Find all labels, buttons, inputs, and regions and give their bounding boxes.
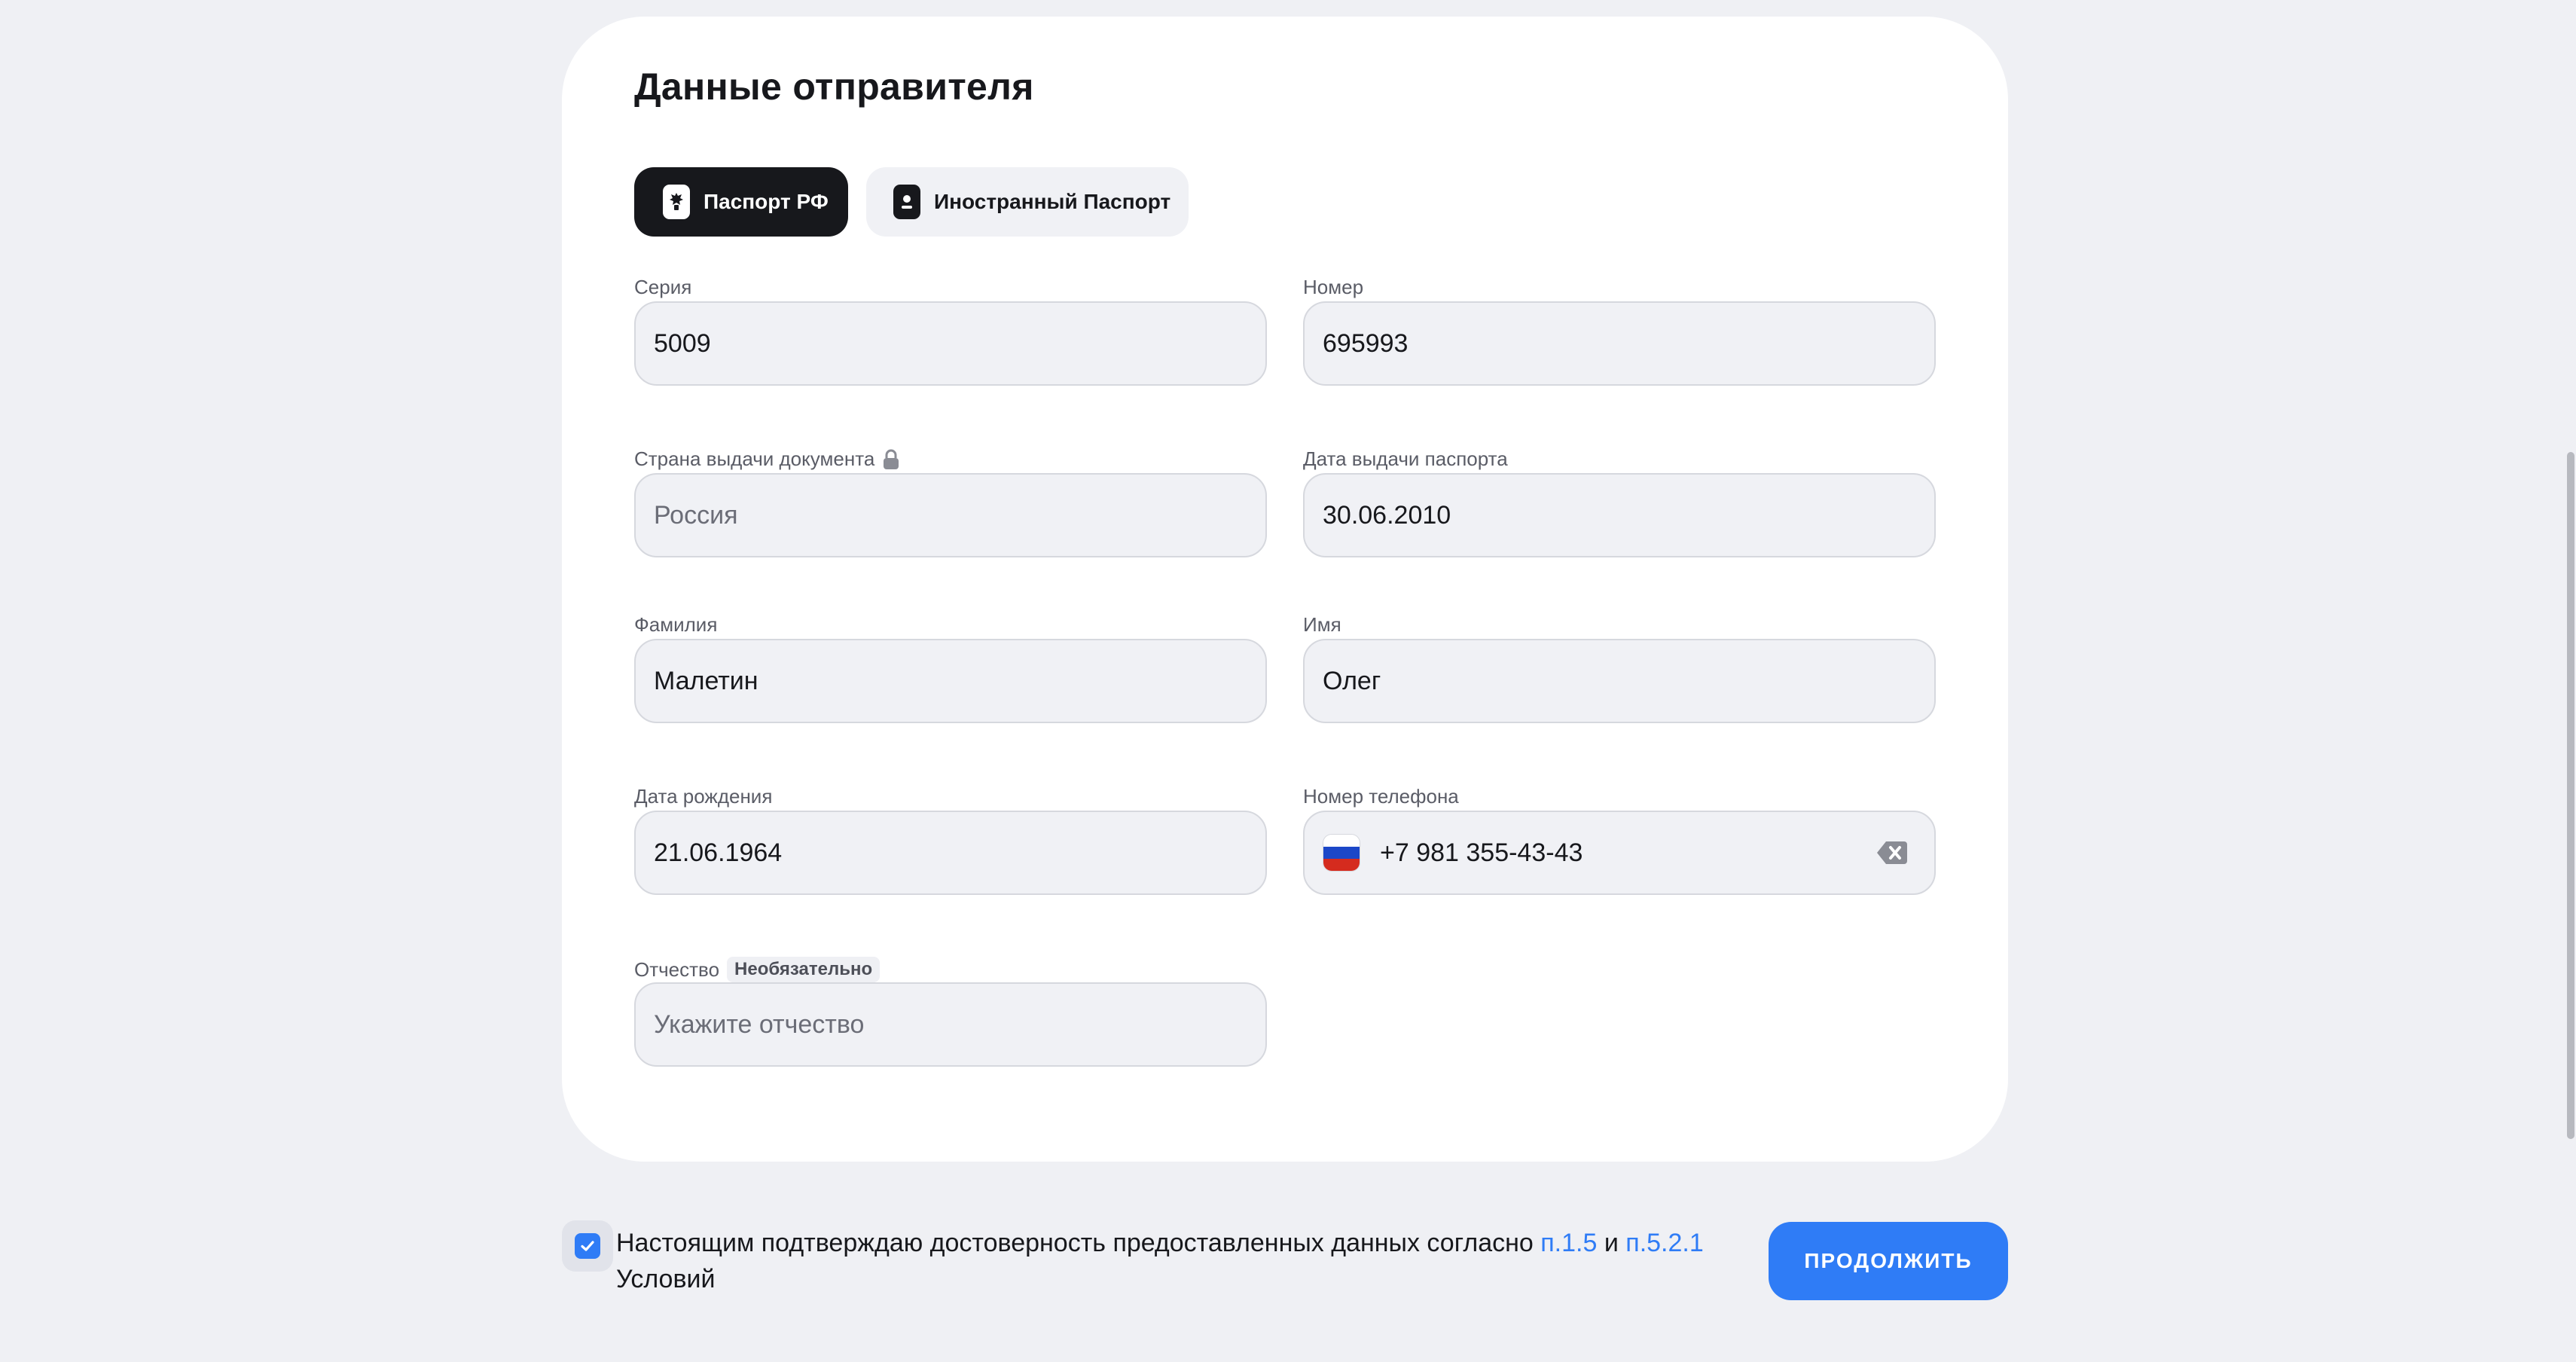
number-input[interactable]: 695993 — [1303, 301, 1936, 386]
first-name-label-text: Имя — [1303, 613, 1341, 636]
card-title: Данные отправителя — [634, 66, 1034, 108]
consent-checkbox[interactable] — [575, 1233, 600, 1259]
issue-date-label: Дата выдачи паспорта — [1303, 447, 1508, 471]
link-clause-1-5[interactable]: п.1.5 — [1540, 1229, 1597, 1257]
tab-foreign-passport-label: Иностранный Паспорт — [934, 190, 1171, 213]
patronymic-label: Отчество Необязательно — [634, 957, 881, 982]
first-name-label: Имя — [1303, 613, 1341, 637]
country-label-text: Страна выдачи документа — [634, 447, 875, 470]
consent-text-before: Настоящим подтверждаю достоверность пред… — [616, 1229, 1541, 1257]
last-name-value: Малетин — [654, 666, 758, 695]
country-input[interactable]: Россия — [634, 473, 1267, 557]
issue-date-label-text: Дата выдачи паспорта — [1303, 447, 1508, 470]
phone-value: +7 981 355-43-43 — [1380, 838, 1583, 867]
last-name-label: Фамилия — [634, 613, 717, 637]
passport-person-icon — [893, 185, 920, 219]
consent-text: Настоящим подтверждаю достоверность пред… — [616, 1225, 1708, 1297]
tab-russian-passport-label: Паспорт РФ — [704, 190, 829, 213]
series-label-text: Серия — [634, 276, 692, 298]
patronymic-placeholder: Укажите отчество — [654, 1009, 865, 1039]
russian-emblem-icon — [663, 185, 690, 219]
page-scrollbar[interactable] — [2567, 452, 2574, 1139]
country-label: Страна выдачи документа — [634, 447, 900, 471]
phone-input[interactable]: +7 981 355-43-43 — [1303, 811, 1936, 895]
birth-date-value: 21.06.1964 — [654, 838, 783, 867]
issue-date-value: 30.06.2010 — [1323, 500, 1451, 530]
first-name-value: Олег — [1323, 666, 1381, 695]
checkmark-icon — [581, 1241, 594, 1251]
phone-label: Номер телефона — [1303, 785, 1459, 808]
number-value: 695993 — [1323, 328, 1409, 358]
country-placeholder: Россия — [654, 500, 738, 530]
tab-foreign-passport[interactable]: Иностранный Паспорт — [866, 167, 1189, 237]
patronymic-input[interactable]: Укажите отчество — [634, 982, 1267, 1067]
continue-button[interactable]: ПРОДОЛЖИТЬ — [1769, 1222, 2008, 1300]
optional-badge: Необязательно — [727, 957, 881, 982]
first-name-input[interactable]: Олег — [1303, 639, 1936, 723]
lock-icon — [882, 449, 900, 470]
last-name-label-text: Фамилия — [634, 613, 718, 636]
link-clause-5-2-1[interactable]: п.5.2.1 — [1625, 1229, 1703, 1257]
clear-backspace-icon[interactable] — [1876, 839, 1909, 873]
last-name-input[interactable]: Малетин — [634, 639, 1267, 723]
consent-text-after: Условий — [616, 1265, 716, 1293]
russia-flag-icon[interactable] — [1323, 834, 1360, 872]
consent-checkbox-wrap[interactable] — [562, 1220, 613, 1272]
birth-date-label-text: Дата рождения — [634, 785, 773, 808]
series-value: 5009 — [654, 328, 711, 358]
issue-date-input[interactable]: 30.06.2010 — [1303, 473, 1936, 557]
series-input[interactable]: 5009 — [634, 301, 1267, 386]
series-label: Серия — [634, 276, 691, 299]
phone-label-text: Номер телефона — [1303, 785, 1459, 808]
birth-date-label: Дата рождения — [634, 785, 772, 808]
consent-text-middle: и — [1597, 1229, 1626, 1257]
tab-russian-passport[interactable]: Паспорт РФ — [634, 167, 848, 237]
birth-date-input[interactable]: 21.06.1964 — [634, 811, 1267, 895]
number-label: Номер — [1303, 276, 1363, 299]
sender-data-card: Данные отправителя Паспорт РФ Иностранны… — [562, 17, 2008, 1162]
number-label-text: Номер — [1303, 276, 1364, 298]
patronymic-label-text: Отчество — [634, 957, 720, 981]
